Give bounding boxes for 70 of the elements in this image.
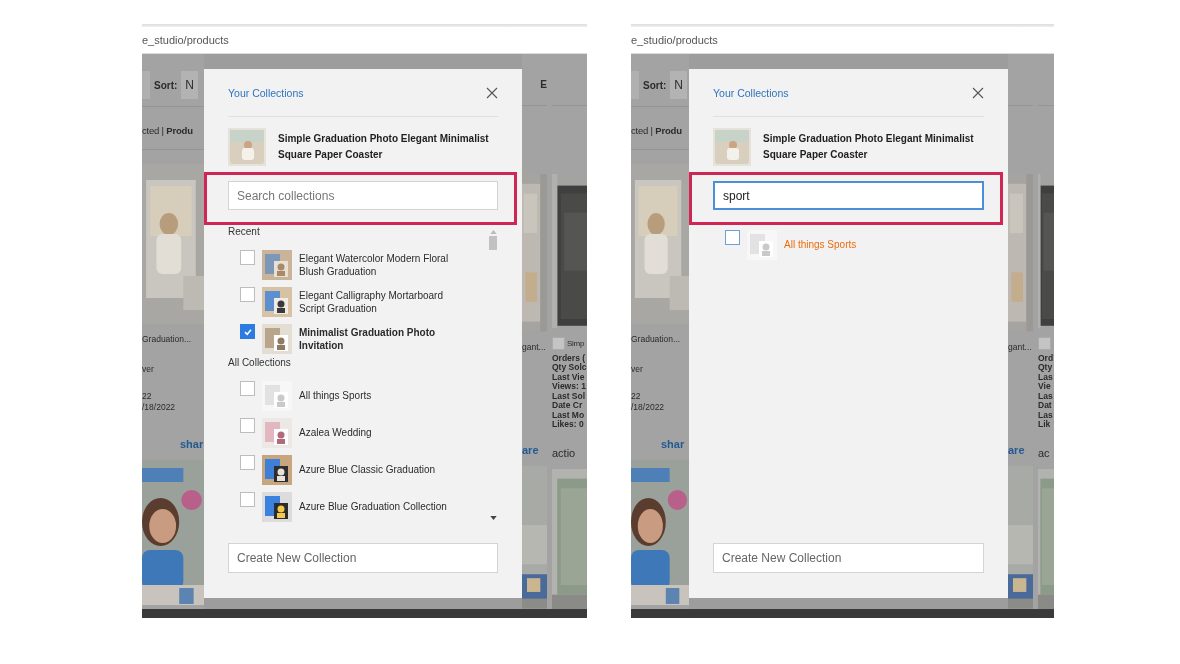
product-title[interactable]: gant...	[1008, 341, 1033, 354]
collection-name[interactable]: Azalea Wedding	[299, 426, 372, 439]
checkbox[interactable]	[1038, 336, 1051, 350]
search-field[interactable]: Search collections	[228, 181, 498, 210]
collection-name[interactable]: Elegant Calligraphy Mortarboard Script Graduation	[299, 288, 469, 315]
close-icon[interactable]	[972, 87, 984, 99]
toolbar-button[interactable]	[142, 71, 150, 99]
product-title[interactable]: Graduation...	[142, 334, 204, 346]
collection-name[interactable]: Azure Blue Classic Graduation	[299, 463, 436, 476]
product-name: Simple Graduation Photo Elegant Minimalist Square Paper Coaster	[278, 132, 490, 162]
product-detail: Vie	[1038, 382, 1052, 392]
close-icon[interactable]	[486, 87, 498, 99]
sort-dropdown[interactable]: N	[670, 71, 687, 99]
new-collection-field[interactable]: Create New Collection	[228, 543, 498, 573]
checkbox[interactable]	[240, 287, 255, 302]
sort-dropdown[interactable]: N	[181, 71, 198, 99]
section-heading: Recent	[228, 226, 261, 239]
checkbox[interactable]	[240, 418, 255, 433]
product-detail: Dat	[1038, 401, 1053, 411]
product-detail: Orders (	[552, 353, 587, 364]
scroll-down-icon[interactable]	[489, 516, 497, 520]
actions-link[interactable]: actio	[552, 446, 587, 459]
product-detail: /18/2022	[142, 402, 177, 413]
actions-link[interactable]: ac	[1038, 446, 1054, 459]
dialog-title: Your Collections	[713, 87, 789, 99]
collection-name[interactable]: Elegant Watercolor Modern Floral Blush Graduation	[299, 251, 469, 278]
product-detail: Ord	[1038, 353, 1054, 364]
checkbox[interactable]	[240, 324, 255, 339]
scroll-up-icon[interactable]	[489, 230, 497, 234]
collection-name[interactable]: Azure Blue Graduation Collection	[299, 500, 447, 513]
product-detail: Date Cr	[552, 401, 584, 411]
search-field[interactable]: sport	[713, 181, 984, 210]
product-detail: Last Vie	[552, 372, 586, 382]
product-detail: Qty	[1038, 363, 1054, 373]
product-detail: 22	[631, 391, 642, 402]
product-detail: Las	[1038, 372, 1054, 382]
product-detail: Likes: 0	[552, 420, 585, 430]
section-heading: All Collections	[228, 357, 292, 370]
product-detail: /18/2022	[631, 402, 666, 413]
check-icon	[242, 326, 253, 337]
collection-name[interactable]: Minimalist Graduation Photo Invitation	[299, 325, 469, 352]
collection-name[interactable]: All things Sports	[299, 389, 372, 402]
checkbox[interactable]	[240, 492, 255, 507]
product-detail: Views: 1	[552, 382, 587, 392]
checkbox[interactable]	[552, 336, 565, 350]
product-title[interactable]: Simp	[567, 338, 585, 348]
product-detail: ver	[631, 364, 644, 375]
product-detail: Las	[1038, 410, 1054, 420]
sort-label: Sort:	[643, 79, 667, 91]
toolbar-label: E	[540, 79, 547, 91]
product-title[interactable]: Graduation...	[631, 334, 689, 346]
product-detail: Lik	[1038, 420, 1052, 430]
checkbox[interactable]	[240, 250, 255, 265]
checkbox[interactable]	[240, 381, 255, 396]
product-name: Simple Graduation Photo Elegant Minimalist Square Paper Coaster	[763, 132, 975, 162]
sort-label: Sort:	[154, 79, 178, 91]
checkbox[interactable]	[240, 455, 255, 470]
new-collection-field[interactable]: Create New Collection	[713, 543, 984, 573]
scroll-thumb[interactable]	[489, 236, 497, 250]
product-title[interactable]: gant...	[522, 341, 547, 354]
product-detail: 22	[142, 391, 153, 402]
scrollbar[interactable]	[488, 230, 498, 520]
product-detail: Last Mo	[552, 410, 586, 420]
product-detail: ver	[142, 364, 155, 375]
product-detail: Las	[1038, 391, 1054, 402]
product-detail: Last Sol	[552, 391, 587, 402]
dialog-title: Your Collections	[228, 87, 304, 99]
checkbox[interactable]	[725, 230, 740, 245]
toolbar-button[interactable]	[631, 71, 639, 99]
product-detail: Qty Solc	[552, 363, 587, 373]
